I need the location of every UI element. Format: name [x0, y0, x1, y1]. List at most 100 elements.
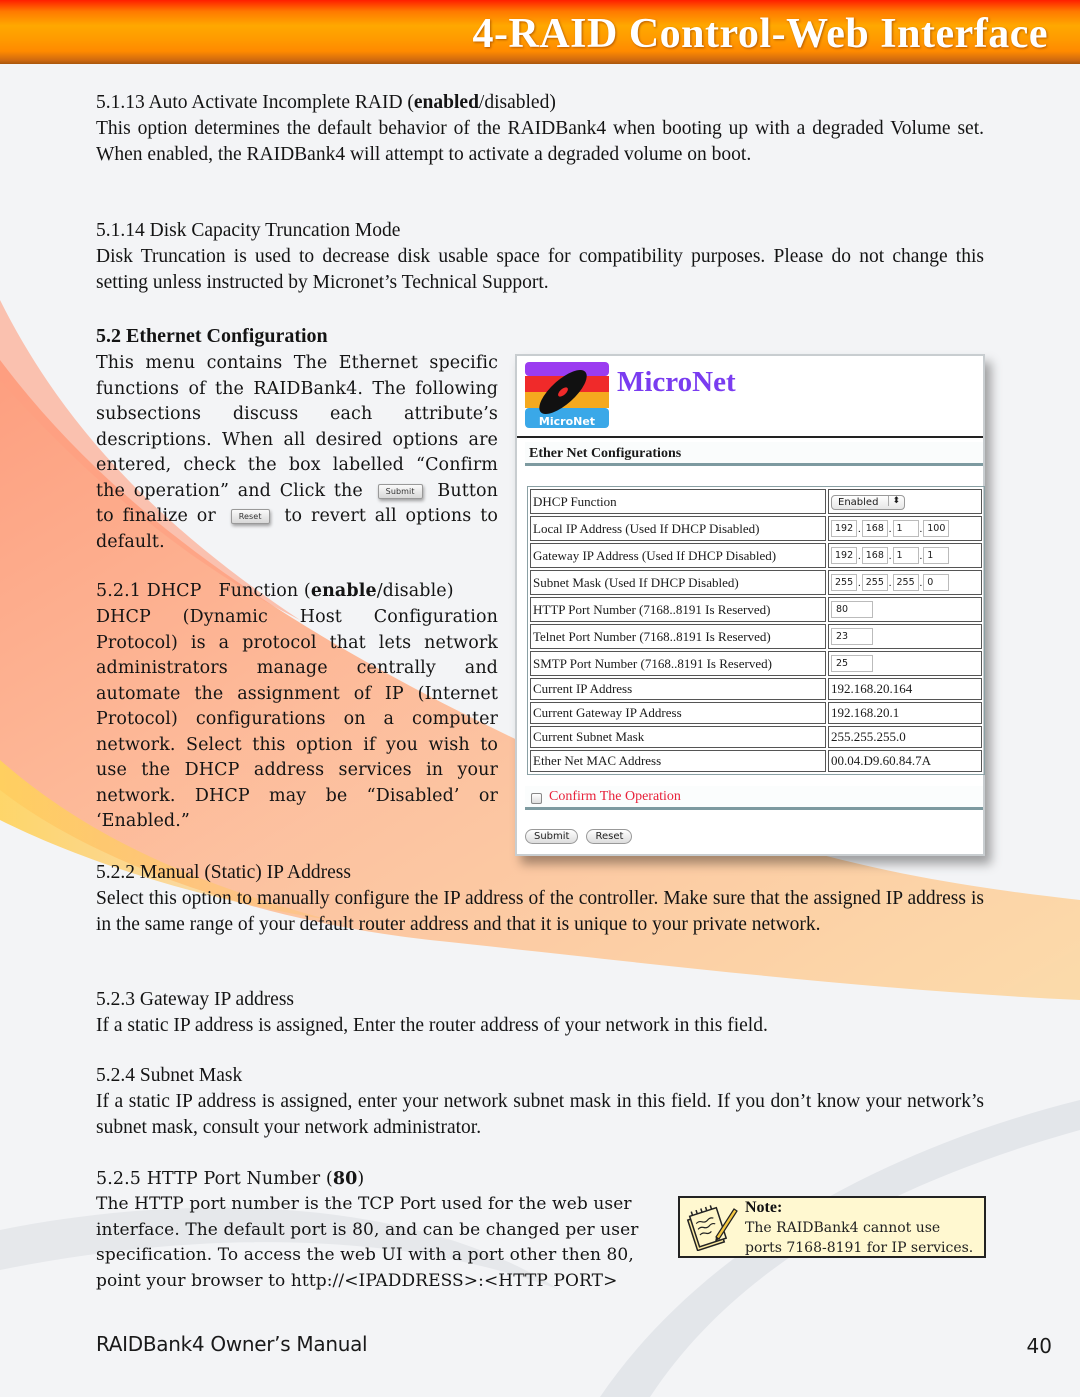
row-label: Current Gateway IP Address [530, 702, 826, 724]
row-value: 192. 168. 1. 1 [828, 543, 982, 568]
section-body-5-2-2: Select this option to manually configure… [96, 888, 984, 935]
gateway-ip-octet-2-input[interactable]: 168 [861, 547, 888, 565]
confirm-operation-checkbox[interactable] [531, 793, 542, 804]
inline-submit-button-image: Submit [377, 483, 423, 499]
table-row: Local IP Address (Used If DHCP Disabled)… [530, 516, 982, 541]
subnet-octet-2-input[interactable]: 255 [861, 574, 888, 592]
note-title: Note: [745, 1199, 783, 1216]
heading-text: 5.1.13 Auto Activate Incomplete RAID ( [96, 92, 414, 113]
row-label: HTTP Port Number (7168..8191 Is Reserved… [530, 597, 826, 622]
table-row: SMTP Port Number (7168..8191 Is Reserved… [530, 651, 982, 676]
web-ui-screenshot-panel: MicroNet MicroNet Ether Net Configuratio… [515, 354, 985, 856]
section-body-5-1-13: This option determines the default behav… [96, 118, 984, 165]
section-title: Ether Net Configurations [529, 446, 682, 461]
row-label: Telnet Port Number (7168..8191 Is Reserv… [530, 624, 826, 649]
row-label: Current Subnet Mask [530, 726, 826, 748]
micronet-logo-icon: MicroNet [525, 362, 609, 428]
section-heading-5-2-3: 5.2.3 Gateway IP address [96, 989, 295, 1010]
heading-text: 5.2.5 HTTP Port Number ( [96, 1169, 333, 1189]
http-port-input[interactable]: 80 [831, 601, 873, 619]
table-row: Current Gateway IP Address 192.168.20.1 [530, 702, 982, 724]
row-value: 80 [828, 597, 982, 622]
subnet-octet-4-input[interactable]: 0 [923, 574, 950, 592]
section-body-5-2: This menu contains The Ethernet specific… [96, 351, 498, 555]
ethernet-config-table: DHCP Function Enabled ⬍ Local IP Address … [527, 486, 985, 775]
dhcp-function-select[interactable]: Enabled ⬍ [831, 495, 905, 510]
form-buttons: Submit Reset [525, 826, 636, 844]
current-gateway-value: 192.168.20.1 [828, 702, 982, 724]
subnet-octet-3-input[interactable]: 255 [892, 574, 919, 592]
confirm-operation-label[interactable]: Confirm The Operation [549, 789, 681, 805]
logo-text: MicroNet [539, 415, 595, 428]
table-row: Current IP Address 192.168.20.164 [530, 678, 982, 700]
row-value: 23 [828, 624, 982, 649]
reset-button[interactable]: Reset [586, 829, 633, 844]
heading-text: 5.2.1 DHCP Function ( [96, 581, 311, 601]
divider [517, 436, 983, 438]
section-header-bar: Ether Net Configurations [525, 442, 983, 466]
note-line: ports 7168-8191 for IP services. [745, 1240, 974, 1256]
local-ip-octet-4-input[interactable]: 100 [923, 520, 950, 538]
gateway-ip-octet-4-input[interactable]: 1 [923, 547, 950, 565]
heading-bold-text: enabled [413, 92, 479, 113]
section-body-5-2-5: The HTTP port number is the TCP Port use… [96, 1194, 639, 1291]
row-value: 255. 255. 255. 0 [828, 570, 982, 595]
subnet-octet-1-input[interactable]: 255 [831, 574, 857, 592]
table-row: Ether Net MAC Address 00.04.D9.60.84.7A [530, 750, 982, 772]
row-value: 192. 168. 1. 100 [828, 516, 982, 541]
local-ip-octet-3-input[interactable]: 1 [892, 520, 919, 538]
footer-manual-title: RAIDBank4 Owner’s Manual [96, 1332, 368, 1356]
current-ip-value: 192.168.20.164 [828, 678, 982, 700]
section-heading-5-1-14: 5.1.14 Disk Capacity Truncation Mode [96, 220, 401, 241]
row-value: 25 [828, 651, 982, 676]
local-ip-octet-2-input[interactable]: 168 [861, 520, 888, 538]
notepad-pencil-icon [686, 1205, 738, 1251]
row-value: Enabled ⬍ [828, 489, 982, 514]
table-row: DHCP Function Enabled ⬍ [530, 489, 982, 514]
section-heading-5-2-5: 5.2.5 HTTP Port Number (80) [96, 1167, 364, 1193]
table-row: Subnet Mask (Used If DHCP Disabled) 255.… [530, 570, 982, 595]
section-heading-5-1-13: 5.1.13 Auto Activate Incomplete RAID (en… [96, 92, 556, 114]
select-value: Enabled [838, 497, 879, 508]
row-label: Subnet Mask (Used If DHCP Disabled) [530, 570, 826, 595]
heading-bold-text: enable [310, 581, 377, 601]
submit-button[interactable]: Submit [525, 829, 579, 844]
table-row: Current Subnet Mask 255.255.255.0 [530, 726, 982, 748]
table-row: Gateway IP Address (Used If DHCP Disable… [530, 543, 982, 568]
section-heading-5-2-1: 5.2.1 DHCP Function (enable/disable) [96, 579, 454, 605]
page-number: 40 [1026, 1334, 1052, 1358]
row-label: Gateway IP Address (Used If DHCP Disable… [530, 543, 826, 568]
current-subnet-value: 255.255.255.0 [828, 726, 982, 748]
row-label: Current IP Address [530, 678, 826, 700]
row-label: Ether Net MAC Address [530, 750, 826, 772]
section-body-5-2-1: DHCP (Dynamic Host Configuration Protoco… [96, 607, 498, 831]
heading-bold-text: 80 [332, 1169, 358, 1189]
section-heading-5-2: 5.2 Ethernet Configuration [96, 325, 328, 347]
note-line: The RAIDBank4 cannot use [745, 1220, 941, 1236]
row-label: Local IP Address (Used If DHCP Disabled) [530, 516, 826, 541]
body-text: This menu contains The Ethernet specific… [96, 353, 498, 501]
table-row: Telnet Port Number (7168..8191 Is Reserv… [530, 624, 982, 649]
confirm-operation-row: Confirm The Operation [525, 786, 983, 810]
note-callout: Note: The RAIDBank4 cannot use ports 716… [678, 1196, 986, 1258]
heading-text: /disable) [376, 581, 454, 601]
select-arrows-icon: ⬍ [888, 496, 900, 506]
table-row: HTTP Port Number (7168..8191 Is Reserved… [530, 597, 982, 622]
heading-text: /disabled) [478, 92, 556, 113]
section-body-5-1-14: Disk Truncation is used to decrease disk… [96, 246, 984, 293]
gateway-ip-octet-3-input[interactable]: 1 [892, 547, 919, 565]
smtp-port-input[interactable]: 25 [831, 655, 873, 673]
note-text: The RAIDBank4 cannot use ports 7168-8191… [745, 1218, 973, 1258]
section-heading-5-2-4: 5.2.4 Subnet Mask [96, 1065, 243, 1086]
section-body-5-2-3: If a static IP address is assigned, Ente… [96, 1015, 768, 1036]
inline-reset-button-image: Reset [230, 509, 270, 524]
mac-address-value: 00.04.D9.60.84.7A [828, 750, 982, 772]
section-body-5-2-4: If a static IP address is assigned, ente… [96, 1091, 984, 1138]
row-label: DHCP Function [530, 489, 826, 514]
telnet-port-input[interactable]: 23 [831, 628, 873, 646]
local-ip-octet-1-input[interactable]: 192 [831, 520, 857, 538]
section-heading-5-2-2: 5.2.2 Manual (Static) IP Address [96, 862, 351, 883]
heading-text: ) [357, 1169, 365, 1189]
brand-name: MicroNet [617, 366, 736, 398]
gateway-ip-octet-1-input[interactable]: 192 [831, 547, 857, 565]
